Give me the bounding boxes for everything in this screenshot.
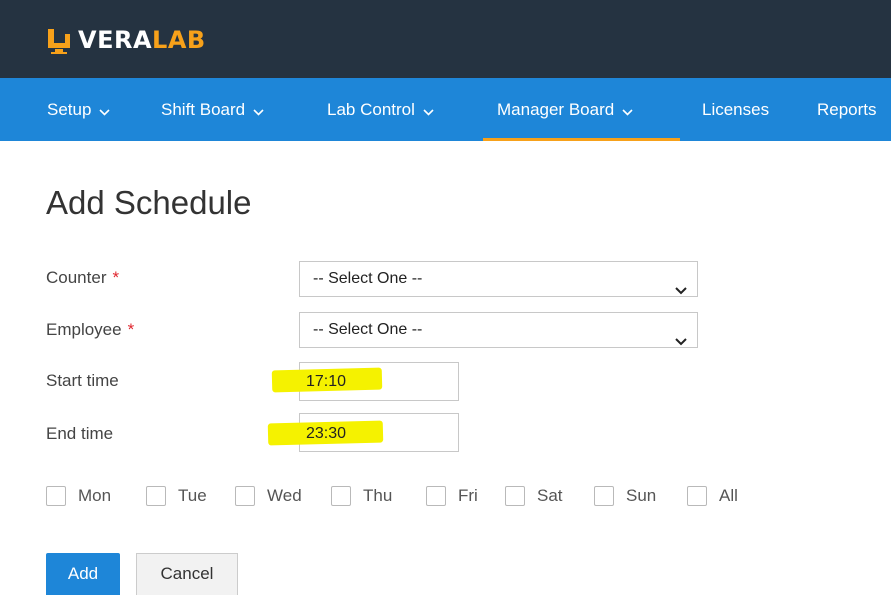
- day-checkbox-mon[interactable]: Mon: [46, 484, 111, 508]
- checkbox[interactable]: [687, 486, 707, 506]
- day-label: All: [719, 486, 738, 505]
- checkbox[interactable]: [505, 486, 525, 506]
- day-label: Sat: [537, 486, 563, 505]
- day-label: Fri: [458, 486, 478, 505]
- employee-select-value: -- Select One --: [313, 321, 423, 338]
- day-checkbox-all[interactable]: All: [687, 484, 738, 508]
- nav-item-manager-board[interactable]: Manager Board: [483, 78, 680, 141]
- day-label: Tue: [178, 486, 207, 505]
- nav-item-lab-control[interactable]: Lab Control: [327, 78, 434, 141]
- chevron-down-icon: [675, 274, 687, 308]
- nav-item-label: Licenses: [702, 100, 770, 119]
- start-time-value: 17:10: [306, 373, 347, 390]
- counter-select[interactable]: -- Select One --: [299, 261, 698, 297]
- top-bar: VERALAB: [0, 0, 891, 78]
- chevron-down-icon: [622, 79, 633, 141]
- nav-item-shift-board[interactable]: Shift Board: [161, 78, 264, 141]
- cancel-button[interactable]: Cancel: [136, 553, 238, 595]
- chevron-down-icon: [423, 79, 434, 141]
- day-checkbox-sun[interactable]: Sun: [594, 484, 656, 508]
- checkbox[interactable]: [46, 486, 66, 506]
- day-label: Sun: [626, 486, 657, 505]
- day-label: Mon: [78, 486, 112, 505]
- logo-text-vera: VERA: [78, 26, 153, 54]
- end-time-value: 23:30: [306, 425, 347, 442]
- checkbox[interactable]: [146, 486, 166, 506]
- day-label: Wed: [267, 486, 302, 505]
- day-label: Thu: [363, 486, 393, 505]
- day-checkbox-fri[interactable]: Fri: [426, 484, 478, 508]
- nav-item-licenses[interactable]: Licenses: [702, 78, 769, 141]
- nav-item-label: Reports: [817, 100, 877, 119]
- day-checkbox-thu[interactable]: Thu: [331, 484, 392, 508]
- checkbox[interactable]: [235, 486, 255, 506]
- counter-label-text: Counter: [46, 268, 107, 287]
- employee-label-text: Employee: [46, 320, 122, 339]
- veralab-logo[interactable]: VERALAB: [46, 24, 206, 56]
- chevron-down-icon: [675, 325, 687, 359]
- checkbox[interactable]: [594, 486, 614, 506]
- chevron-down-icon: [253, 79, 264, 141]
- checkbox[interactable]: [426, 486, 446, 506]
- chevron-down-icon: [99, 79, 111, 141]
- monitor-logo-icon: [48, 29, 70, 54]
- day-checkbox-tue[interactable]: Tue: [146, 484, 207, 508]
- logo-text: VERALAB: [78, 24, 206, 56]
- day-checkbox-sat[interactable]: Sat: [505, 484, 563, 508]
- employee-select[interactable]: -- Select One --: [299, 312, 698, 348]
- end-time-label: End time: [46, 424, 114, 443]
- add-button[interactable]: Add: [46, 553, 120, 595]
- nav-item-setup[interactable]: Setup: [47, 78, 111, 141]
- checkbox[interactable]: [331, 486, 351, 506]
- logo-text-lab: LAB: [152, 26, 206, 54]
- required-mark: *: [112, 268, 120, 287]
- nav-item-label: Shift Board: [161, 100, 246, 119]
- nav-item-label: Lab Control: [327, 100, 415, 119]
- main-nav: Setup Shift Board Lab Control Manager Bo…: [0, 78, 891, 141]
- nav-item-reports[interactable]: Reports: [817, 78, 877, 141]
- counter-label: Counter *: [46, 268, 119, 288]
- counter-select-value: -- Select One --: [313, 270, 423, 287]
- day-checkbox-wed[interactable]: Wed: [235, 484, 302, 508]
- required-mark: *: [127, 320, 135, 339]
- page-title: Add Schedule: [46, 184, 252, 221]
- nav-item-label: Setup: [47, 100, 92, 119]
- employee-label: Employee *: [46, 320, 134, 340]
- nav-item-label: Manager Board: [497, 100, 615, 119]
- start-time-label: Start time: [46, 371, 119, 390]
